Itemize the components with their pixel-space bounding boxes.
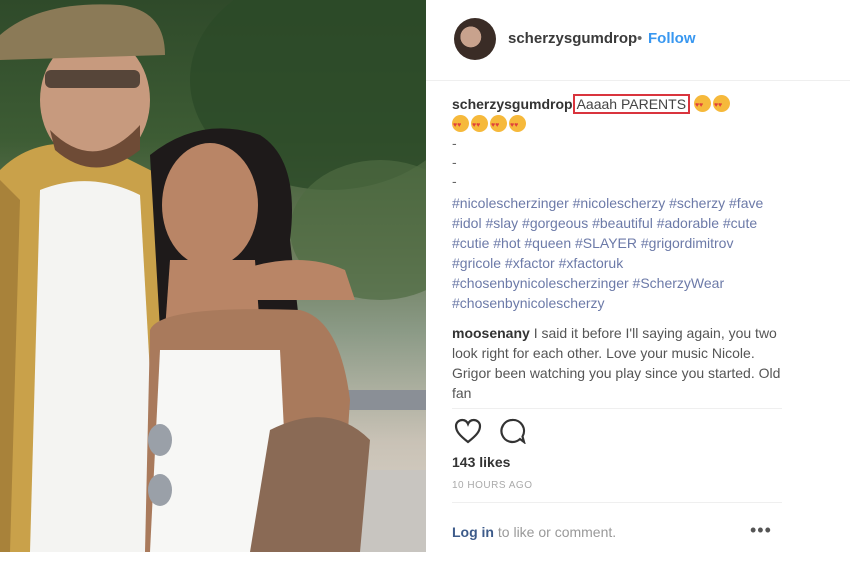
photo-illustration xyxy=(0,0,426,552)
caption: scherzysgumdrop Aaaah PARENTS xyxy=(452,94,782,136)
timestamp: 10 HOURS AGO xyxy=(452,480,533,491)
login-prompt: Log in to like or comment. xyxy=(452,524,616,540)
comments-section: scherzysgumdropAaaah PARENTS - - - #nico… xyxy=(452,94,782,403)
comment-icon[interactable] xyxy=(498,418,526,449)
heart-eyes-emoji-icon xyxy=(490,115,507,136)
post-photo xyxy=(0,0,426,552)
login-prompt-text: to like or comment. xyxy=(494,524,617,540)
post-header: scherzysgumdrop • Follow xyxy=(426,0,850,81)
post-panel: scherzysgumdrop • Follow scherzysgumdrop… xyxy=(426,0,850,565)
caption-username[interactable]: scherzysgumdrop xyxy=(452,96,573,112)
divider xyxy=(452,408,782,409)
heart-eyes-emoji-icon xyxy=(452,115,469,136)
heart-eyes-emoji-icon xyxy=(509,115,526,136)
caption-dash: - xyxy=(452,173,457,189)
caption-dash: - xyxy=(452,135,457,151)
username-link[interactable]: scherzysgumdrop xyxy=(508,30,637,47)
heart-eyes-emoji-icon xyxy=(693,95,711,116)
comment-username[interactable]: moosenany xyxy=(452,325,530,341)
caption-hashtags[interactable]: #nicolescherzinger #nicolescherzy #scher… xyxy=(452,193,782,313)
highlighted-caption: Aaaah PARENTS xyxy=(572,94,691,114)
follow-button[interactable]: Follow xyxy=(648,30,696,47)
divider xyxy=(452,502,782,503)
heart-icon[interactable] xyxy=(454,418,482,449)
likes-count[interactable]: 143 likes xyxy=(452,454,510,470)
comment: moosenany I said it before I'll saying a… xyxy=(452,323,782,403)
avatar[interactable] xyxy=(454,18,496,60)
heart-eyes-emoji-icon xyxy=(471,115,488,136)
heart-eyes-emoji-icon xyxy=(712,95,730,116)
login-link[interactable]: Log in xyxy=(452,524,494,540)
more-icon[interactable]: ••• xyxy=(750,520,772,541)
caption-dash: - xyxy=(452,154,457,170)
separator-dot: • xyxy=(637,30,643,47)
